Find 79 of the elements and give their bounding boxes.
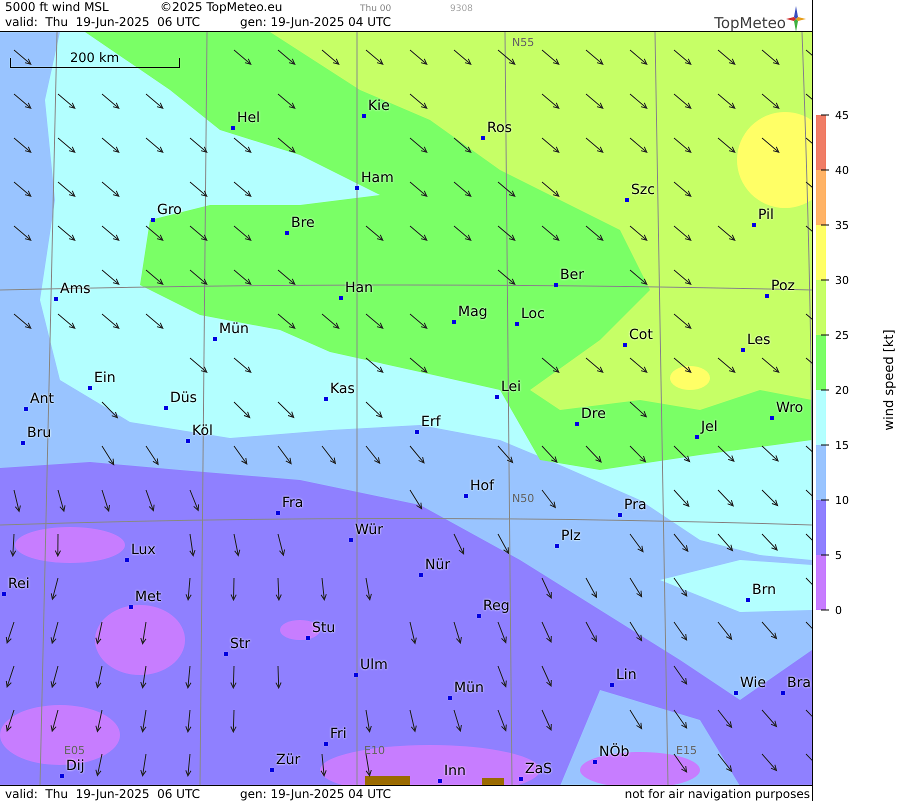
city-label: Ein	[94, 370, 116, 386]
legend-title: wind speed [kt]	[882, 329, 897, 431]
city-label: Wür	[355, 522, 383, 538]
city-label: Nür	[425, 556, 450, 573]
city-label: NÖb	[599, 744, 630, 760]
code-label: 9308	[450, 4, 474, 14]
city-label: Hel	[237, 110, 260, 126]
city-label: Fri	[330, 726, 347, 742]
city-label: Cot	[629, 326, 653, 343]
legend-tick-label: 25	[835, 329, 849, 342]
city-label: Kas	[330, 380, 355, 397]
city-label: Han	[345, 280, 373, 296]
grid-label: E15	[676, 744, 697, 757]
valid-time: valid: Thu 19-Jun-2025 06 UTC	[5, 15, 200, 29]
copyright-text: ©2025 TopMeteo.eu	[160, 0, 284, 14]
legend-tick-label: 5	[835, 549, 842, 562]
legend-tick-label: 10	[835, 494, 849, 507]
city-label: Brn	[752, 582, 776, 598]
grid-label: N50	[512, 492, 534, 505]
legend-tick-label: 35	[835, 219, 849, 232]
legend-tick-label: 45	[835, 109, 849, 122]
city-label: Erf	[421, 414, 441, 430]
city-label: Dij	[66, 758, 85, 774]
city-label: Lin	[616, 666, 637, 683]
city-label: Bra	[787, 674, 811, 691]
city-label: Szc	[631, 182, 655, 198]
valid-time: valid: Thu 19-Jun-2025 06 UTC	[5, 786, 200, 801]
city-label: Zür	[276, 752, 300, 768]
city-label: Reg	[483, 598, 510, 614]
city-label: Ulm	[360, 656, 388, 673]
city-label: Pra	[624, 496, 647, 513]
city-label: Met	[135, 588, 162, 605]
city-label: ZaS	[525, 760, 552, 777]
city-label: Düs	[170, 390, 197, 406]
city-label: Wie	[740, 674, 766, 691]
logo-text: TopMeteo	[714, 14, 786, 32]
map-title: 5000 ft wind MSL	[5, 0, 110, 14]
city-label: Kie	[368, 98, 390, 114]
disclaimer-text: not for air navigation purposes	[624, 786, 811, 801]
city-label: Mün	[219, 320, 249, 337]
scale-label: 200 km	[70, 50, 120, 66]
legend-tick-label: 15	[835, 439, 849, 452]
city-label: Jel	[701, 418, 718, 435]
city-label: Bre	[291, 214, 315, 231]
city-label: Dre	[581, 406, 606, 422]
city-label: Lei	[501, 378, 522, 395]
city-label: Mün	[454, 680, 484, 696]
city-label: Ham	[361, 170, 394, 186]
city-label: Lux	[131, 542, 156, 558]
city-label: Bru	[27, 424, 52, 441]
city-label: Rei	[8, 576, 30, 592]
city-label: Mag	[458, 304, 488, 320]
legend-tick-label: 30	[835, 274, 849, 287]
generated-time: gen: 19-Jun-2025 04 UTC	[240, 15, 392, 29]
grid-label: E10	[364, 744, 385, 757]
city-label: Plz	[561, 528, 581, 544]
city-label: Hof	[470, 478, 494, 494]
generated-time: gen: 19-Jun-2025 04 UTC	[240, 786, 392, 801]
legend-tick-label: 0	[835, 604, 842, 617]
city-label: Stu	[312, 620, 336, 636]
city-label: Ams	[60, 280, 91, 297]
grid-label: E05	[64, 744, 85, 757]
city-label: Str	[230, 636, 250, 652]
city-label: Pil	[758, 206, 774, 223]
legend-tick-label: 20	[835, 384, 849, 397]
grid-label: N55	[512, 36, 534, 49]
city-label: Ros	[487, 120, 512, 136]
city-label: Wro	[776, 400, 804, 416]
city-label: Ant	[30, 390, 54, 407]
city-label: Loc	[521, 306, 545, 322]
city-label: Köl	[192, 422, 213, 439]
run-label: Thu 00	[360, 4, 392, 14]
city-label: Ber	[560, 266, 584, 283]
city-label: Inn	[444, 762, 466, 779]
legend-tick-label: 40	[835, 164, 849, 177]
city-label: Fra	[282, 494, 304, 511]
city-label: Les	[747, 332, 770, 348]
city-label: Gro	[157, 202, 182, 218]
city-label: Poz	[771, 278, 795, 294]
